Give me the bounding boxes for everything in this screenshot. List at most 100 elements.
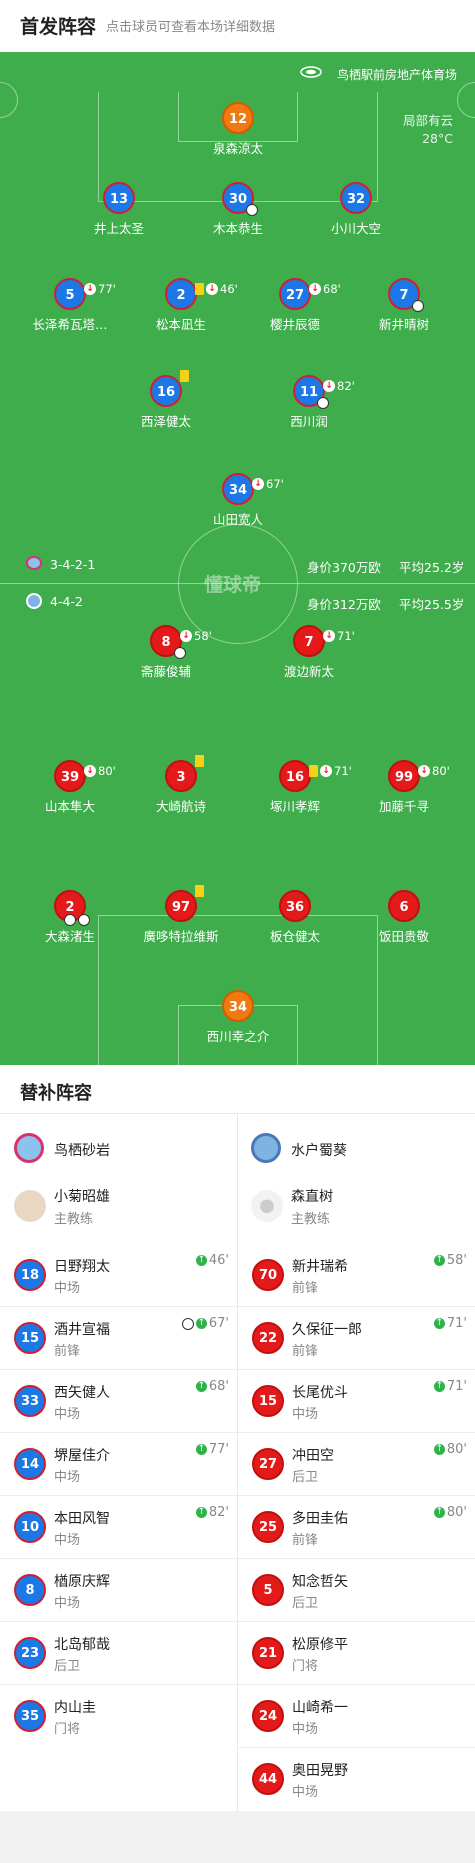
substitute-row[interactable]: 35 内山圭 门将: [0, 1684, 237, 1747]
player-name: 堺屋佳介: [54, 1448, 110, 1464]
sub-in-icon: ↑: [433, 1381, 445, 1392]
player-home[interactable]: 30 木本恭生: [178, 182, 298, 237]
player-position: 中场: [54, 1533, 81, 1548]
player-home[interactable]: 32 小川大空: [296, 182, 416, 237]
player-away[interactable]: 8 ↓ 58' 斋藤俊辅: [106, 625, 226, 680]
home-coach-name[interactable]: 小菊昭雄: [54, 1186, 110, 1206]
substitute-row[interactable]: 15 酒井宣福 前锋 ↑ 67': [0, 1306, 237, 1369]
sub-in-time: ↑ 71': [433, 1379, 467, 1394]
substitute-row[interactable]: 22 久保征一郎 前锋 ↑ 71': [238, 1306, 475, 1369]
player-away[interactable]: 2 大森渚生: [10, 890, 130, 945]
sub-out-icon: ↓: [323, 380, 335, 392]
player-name: 内山圭: [54, 1700, 96, 1716]
substitutes-section: 替补阵容 鸟栖砂岩 水户蜀葵 小菊昭雄 主教练 ● 森直树 主教练 18 日野翔太…: [0, 1065, 475, 1811]
sub-out-icon: ↓: [252, 478, 264, 490]
substitute-row[interactable]: 5 知念哲矢 后卫: [238, 1558, 475, 1621]
substitute-row[interactable]: 27 冲田空 后卫 ↑ 80': [238, 1432, 475, 1495]
watermark-logo: 懂球帝: [204, 574, 262, 596]
player-number: 14: [14, 1448, 46, 1480]
player-number: 70: [252, 1259, 284, 1291]
player-number: 35: [14, 1700, 46, 1732]
sub-out-icon: ↓: [418, 765, 430, 777]
home-value: 身价370万欧: [307, 560, 381, 575]
sub-in-time: ↑ 77': [195, 1442, 229, 1457]
player-away[interactable]: 36 板仓健太: [235, 890, 355, 945]
yellow-card-icon: [195, 885, 204, 897]
sub-out-icon: ↓: [84, 765, 96, 777]
sub-out-icon: ↓: [206, 283, 218, 295]
substitute-row[interactable]: 15 长尾优斗 中场 ↑ 71': [238, 1369, 475, 1432]
player-number: 33: [14, 1385, 46, 1417]
away-value: 身价312万欧: [307, 597, 381, 612]
home-age: 平均25.2岁: [399, 560, 465, 575]
player-home[interactable]: 11 ↓ 82' 西川润: [249, 375, 369, 430]
substitute-row[interactable]: 33 西矢健人 中场 ↑ 68': [0, 1369, 237, 1432]
player-home[interactable]: 2 ↓ 46' 松本凪生: [121, 278, 241, 333]
sub-in-time: ↑ 68': [195, 1379, 229, 1394]
substitute-row[interactable]: 25 多田圭佑 前锋 ↑ 80': [238, 1495, 475, 1558]
player-number: 21: [252, 1637, 284, 1669]
home-coach-role: 主教练: [54, 1212, 94, 1227]
sub-in-time: ↑ 71': [433, 1316, 467, 1331]
sub-in-icon: ↑: [195, 1381, 207, 1392]
home-team-small-logo: [26, 556, 42, 570]
venue-name: 鸟栖駅前房地产体育场: [336, 68, 457, 82]
page-subtitle: 点击球员可查看本场详细数据: [106, 20, 276, 35]
yellow-card-icon: [195, 755, 204, 767]
player-number: 5: [252, 1574, 284, 1606]
player-home[interactable]: 34 ↓ 67' 山田宽人: [178, 473, 298, 528]
player-number: 24: [252, 1700, 284, 1732]
substitute-row[interactable]: 24 山崎希一 中场: [238, 1684, 475, 1747]
player-position: 中场: [292, 1407, 319, 1422]
sub-in-time: ↑ 82': [195, 1505, 229, 1520]
sub-in-time: ↑ 58': [433, 1253, 467, 1268]
goal-icon: [64, 914, 76, 926]
player-position: 中场: [54, 1407, 81, 1422]
player-name: 长尾优斗: [292, 1385, 348, 1401]
substitute-row[interactable]: 14 堺屋佳介中场 ↑ 77': [0, 1432, 237, 1495]
player-away[interactable]: 16 ↓ 71' 塚川孝辉: [235, 760, 355, 815]
player-number: 27: [252, 1448, 284, 1480]
substitute-row[interactable]: 70 新井瑞希 前锋 ↑ 58': [238, 1243, 475, 1306]
player-name: 北岛郁哉: [54, 1637, 110, 1653]
player-position: 中场: [54, 1596, 81, 1611]
player-position: 中场: [54, 1281, 81, 1296]
player-position: 前锋: [292, 1344, 319, 1359]
player-away[interactable]: 99 ↓ 80' 加藤千寻: [344, 760, 464, 815]
sub-in-icon: ↑: [195, 1318, 207, 1329]
player-position: 中场: [54, 1470, 81, 1485]
player-away[interactable]: 97 廣哆特拉维斯: [121, 885, 241, 945]
player-position: 后卫: [292, 1470, 319, 1485]
assist-icon: [317, 397, 329, 409]
player-home[interactable]: 27 ↓ 68' 樱井辰德: [235, 278, 355, 333]
player-away[interactable]: 7 ↓ 71' 渡边新太: [249, 625, 369, 680]
player-number: 10: [14, 1511, 46, 1543]
player-home[interactable]: 7 新井晴树: [344, 278, 464, 333]
player-away[interactable]: 3 大崎航诗: [121, 755, 241, 815]
own-goal-icon: [246, 204, 258, 216]
substitute-row[interactable]: 21 松原修平门将: [238, 1621, 475, 1684]
substitute-row[interactable]: 23 北岛郁哉 后卫: [0, 1621, 237, 1684]
player-name: 本田风智: [54, 1511, 110, 1527]
player-name: 日野翔太: [54, 1259, 110, 1275]
player-number: 8: [14, 1574, 46, 1606]
footer: [0, 1811, 475, 1863]
pitch: 鸟栖駅前房地产体育场 局部有云 28°C 12 泉森涼太 13 井上太圣 30 木本恭…: [0, 52, 475, 1065]
sub-out-icon: ↓: [320, 765, 332, 777]
player-position: 门将: [292, 1659, 319, 1674]
sub-in-icon: ↑: [195, 1507, 207, 1518]
player-name: 冲田空: [292, 1448, 334, 1464]
substitute-row[interactable]: 8 楢原庆辉 中场: [0, 1558, 237, 1621]
player-home[interactable]: 16 西泽健太: [106, 370, 226, 430]
substitute-row[interactable]: 44 奥田晃野 中场: [238, 1747, 475, 1810]
player-home[interactable]: 5 ↓ 77' 长泽希瓦塔…: [10, 278, 130, 333]
player-away-gk[interactable]: 34 西川幸之介: [178, 990, 298, 1045]
player-away[interactable]: 6 饭田贵敬: [344, 890, 464, 945]
player-home[interactable]: 13 井上太圣: [59, 182, 179, 237]
away-coach-name[interactable]: 森直树: [291, 1186, 333, 1206]
substitute-row[interactable]: 18 日野翔太 中场 ↑ 46': [0, 1243, 237, 1306]
substitute-row[interactable]: 10 本田风智中场 ↑ 82': [0, 1495, 237, 1558]
player-away[interactable]: 39 ↓ 80' 山本隼大: [10, 760, 130, 815]
player-home-gk[interactable]: 12 泉森涼太: [178, 102, 298, 157]
player-name: 松原修平: [292, 1637, 348, 1653]
